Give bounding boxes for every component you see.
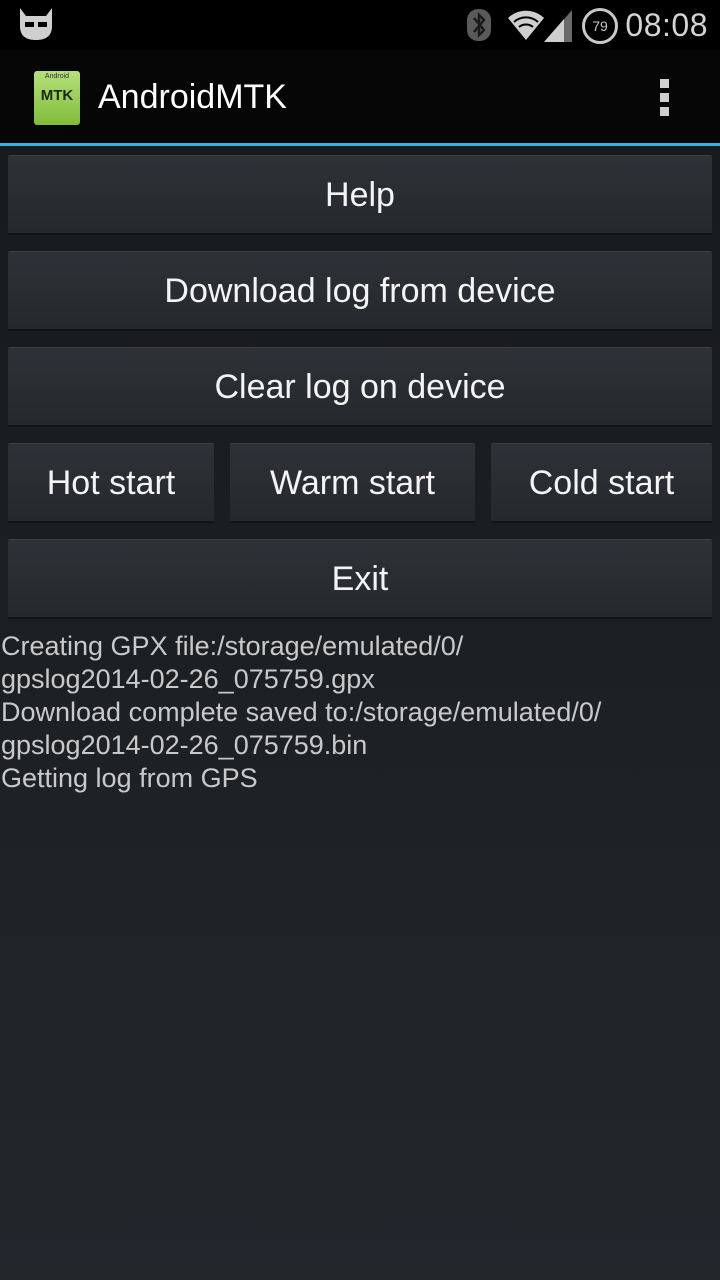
action-bar: Android MTK AndroidMTK <box>0 50 720 146</box>
cold-start-button[interactable]: Cold start <box>491 443 712 523</box>
cyanogen-android-icon <box>20 8 52 40</box>
signal-icon <box>544 10 572 42</box>
log-line: Creating GPX file:/storage/emulated/0/ <box>1 631 464 661</box>
app-icon-label: MTK <box>40 87 74 104</box>
status-bar: 79 08:08 <box>0 0 720 50</box>
log-output: Creating GPX file:/storage/emulated/0/ g… <box>1 630 716 795</box>
log-line: Getting log from GPS <box>1 763 258 793</box>
log-line: Download complete saved to:/storage/emul… <box>1 697 602 727</box>
battery-icon: 79 <box>582 8 618 44</box>
log-line: gpslog2014-02-26_075759.bin <box>1 730 368 760</box>
warm-start-button[interactable]: Warm start <box>230 443 475 523</box>
wifi-icon <box>508 10 544 40</box>
clear-log-button[interactable]: Clear log on device <box>8 347 712 427</box>
help-button[interactable]: Help <box>8 155 712 235</box>
hot-start-button[interactable]: Hot start <box>8 443 214 523</box>
app-title: AndroidMTK <box>98 78 287 116</box>
app-icon[interactable]: Android MTK <box>34 71 80 125</box>
bluetooth-icon <box>467 9 491 41</box>
status-time: 08:08 <box>625 7 708 43</box>
log-line: gpslog2014-02-26_075759.gpx <box>1 664 375 694</box>
exit-button[interactable]: Exit <box>8 539 712 619</box>
app-icon-subtext: Android <box>44 73 70 80</box>
overflow-menu-icon[interactable] <box>652 76 676 122</box>
download-log-button[interactable]: Download log from device <box>8 251 712 331</box>
